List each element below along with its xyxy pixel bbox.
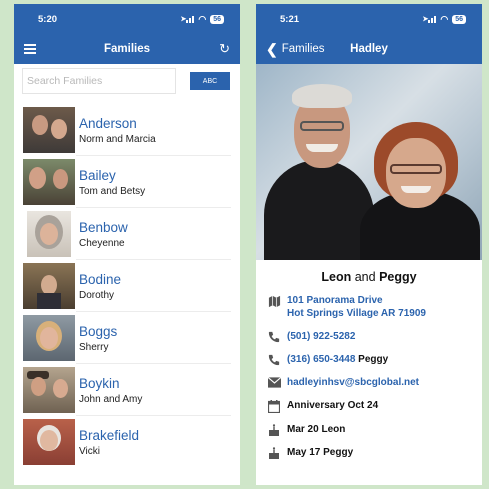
and-text: and — [354, 270, 376, 284]
family-row-brakefield[interactable]: Brakefield Vicki — [14, 416, 240, 468]
family-list: Anderson Norm and Marcia Bailey Tom and … — [14, 104, 240, 468]
family-members: John and Amy — [79, 393, 143, 405]
family-members: Sherry — [79, 341, 109, 353]
back-label: Families — [281, 43, 325, 55]
family-photo — [23, 107, 75, 153]
battery-icon: 56 — [210, 14, 224, 24]
refresh-icon: ↻ — [219, 41, 230, 56]
family-name: Anderson — [79, 115, 137, 131]
wifi-icon: ◠ — [440, 13, 449, 24]
phone-icon — [266, 330, 282, 343]
refresh-button[interactable]: ↻ — [219, 34, 230, 64]
family-name: Benbow — [79, 219, 128, 235]
nav-bar: Families ↻ — [14, 34, 240, 64]
family-name: Bodine — [79, 271, 122, 287]
first-name: Leon — [321, 270, 352, 284]
address-line1: 101 Panorama Drive — [287, 295, 383, 306]
family-photo — [23, 263, 75, 309]
status-bar: 5:20 ➤ ◠ 56 — [14, 4, 240, 34]
birthday-text: May 17 Peggy — [287, 447, 354, 458]
family-photo — [23, 419, 75, 465]
phone-number: (501) 922-5282 — [287, 331, 356, 342]
family-members: Cheyenne — [79, 237, 125, 249]
family-detail-screen: 5:21 ➤ ◠ 56 ❮ Families Hadley Leon and P… — [256, 4, 482, 485]
family-name: Boykin — [79, 375, 120, 391]
signal-icon — [428, 15, 437, 23]
envelope-icon — [266, 376, 282, 388]
calendar-icon — [266, 399, 282, 413]
email-address: hadleyinhsv@sbcglobal.net — [287, 377, 420, 388]
birthday-cake-icon — [266, 423, 282, 436]
family-photo — [27, 211, 71, 257]
birthday-row-2: May 17 Peggy — [256, 446, 482, 459]
battery-icon: 56 — [452, 14, 466, 24]
family-row-boykin[interactable]: Boykin John and Amy — [14, 364, 240, 416]
family-members: Tom and Betsy — [79, 185, 146, 197]
email-row[interactable]: hadleyinhsv@sbcglobal.net — [256, 376, 482, 389]
anniversary-text: Anniversary Oct 24 — [287, 400, 379, 411]
search-input[interactable] — [22, 68, 176, 94]
abc-sort-button[interactable]: ABC — [190, 72, 230, 90]
back-button[interactable]: ❮ Families — [266, 34, 325, 64]
family-members: Dorothy — [79, 289, 115, 301]
birthday-cake-icon — [266, 446, 282, 459]
nav-title: Hadley — [350, 43, 388, 55]
family-name: Brakefield — [79, 427, 140, 443]
phone-number: (316) 650-3448 — [287, 354, 356, 365]
nav-title: Families — [103, 43, 151, 55]
search-bar: ABC — [14, 64, 240, 98]
families-list-screen: 5:20 ➤ ◠ 56 Families ↻ ABC Anderson Norm… — [14, 4, 240, 485]
family-name: Bailey — [79, 167, 116, 183]
menu-button[interactable] — [24, 34, 36, 64]
family-portrait — [256, 64, 482, 260]
family-photo — [23, 159, 75, 205]
family-row-bailey[interactable]: Bailey Tom and Betsy — [14, 156, 240, 208]
birthday-text: Mar 20 Leon — [287, 424, 346, 435]
address-line2: Hot Springs Village AR 71909 — [287, 308, 426, 319]
second-name: Peggy — [379, 270, 417, 284]
status-bar: 5:21 ➤ ◠ 56 — [256, 4, 482, 34]
family-row-benbow[interactable]: Benbow Cheyenne — [14, 208, 240, 260]
couple-names: Leon and Peggy — [256, 270, 482, 284]
family-photo — [23, 315, 75, 361]
family-row-bodine[interactable]: Bodine Dorothy — [14, 260, 240, 312]
map-icon — [266, 294, 282, 308]
phone-person: Peggy — [358, 354, 389, 365]
family-row-boggs[interactable]: Boggs Sherry — [14, 312, 240, 364]
chevron-left-icon: ❮ — [266, 40, 278, 57]
phone-icon — [266, 353, 282, 366]
family-photo — [23, 367, 75, 413]
family-row-anderson[interactable]: Anderson Norm and Marcia — [14, 104, 240, 156]
family-name: Boggs — [79, 323, 118, 339]
nav-bar: ❮ Families Hadley — [256, 34, 482, 64]
birthday-row-1: Mar 20 Leon — [256, 423, 482, 436]
signal-icon — [186, 15, 195, 23]
phone-row-2[interactable]: (316) 650-3448 Peggy — [256, 353, 482, 366]
portrait-man — [264, 160, 374, 260]
address-row[interactable]: 101 Panorama Drive Hot Springs Village A… — [256, 294, 482, 320]
family-members: Norm and Marcia — [79, 133, 156, 145]
phone-row-1[interactable]: (501) 922-5282 — [256, 330, 482, 343]
hamburger-icon — [24, 44, 36, 54]
wifi-icon: ◠ — [198, 13, 207, 24]
anniversary-row: Anniversary Oct 24 — [256, 399, 482, 413]
family-members: Vicki — [79, 445, 100, 457]
